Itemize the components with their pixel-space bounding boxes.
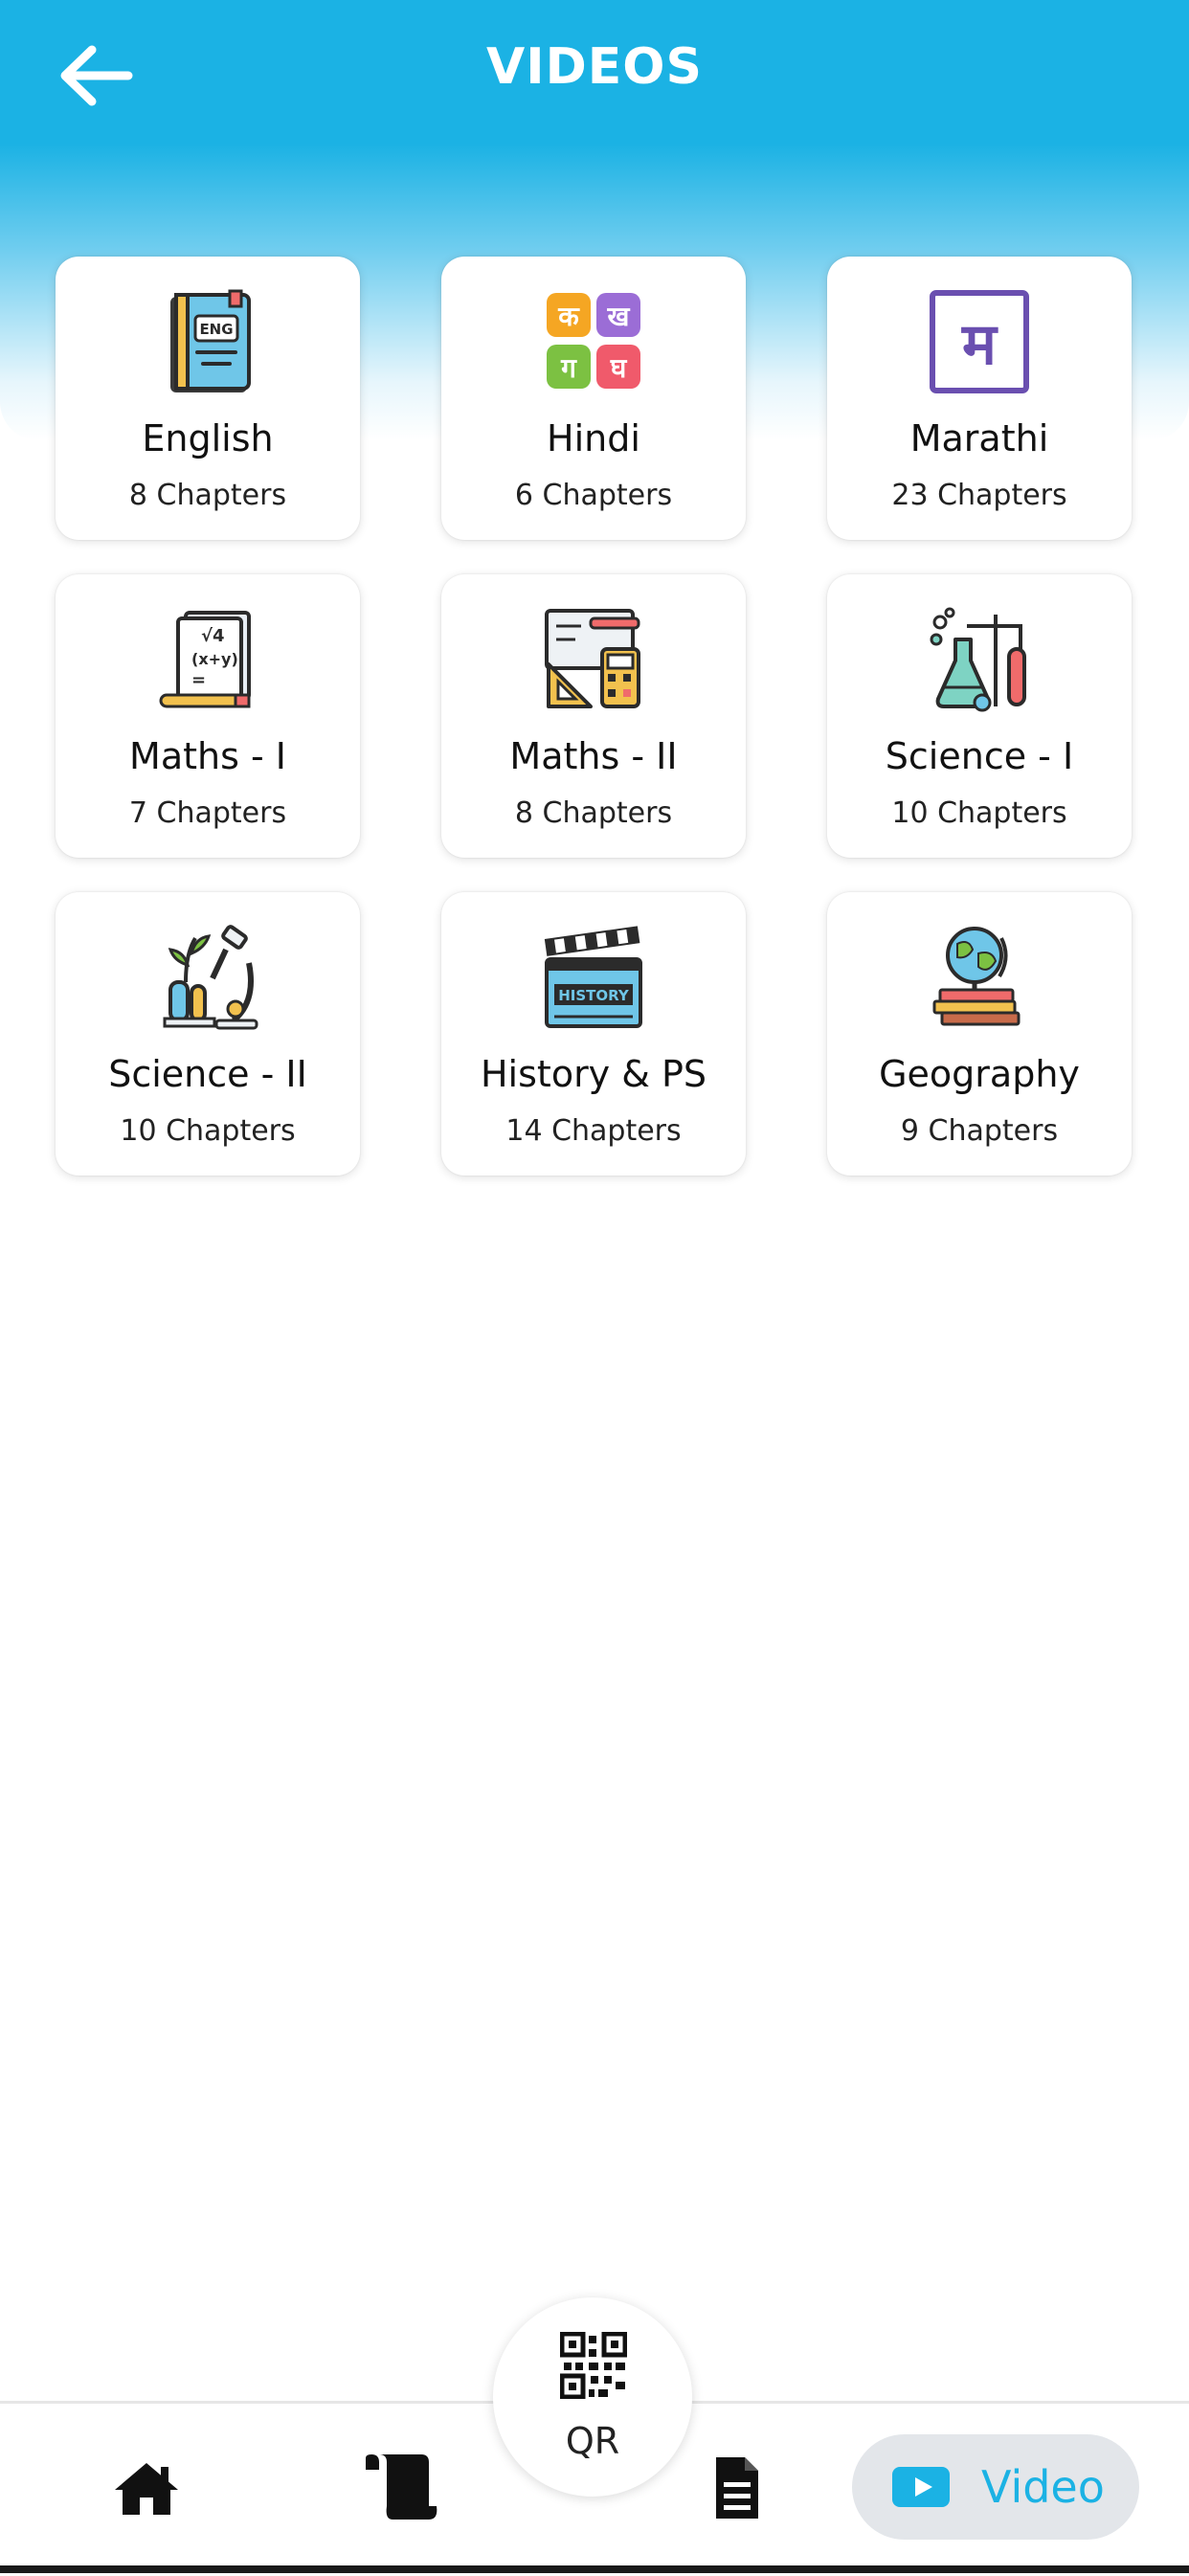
scroll-icon [366,2454,437,2520]
svg-text:(x+y): (x+y) [191,650,238,668]
qr-scan-button[interactable]: QR [493,2297,692,2497]
svg-text:ख: ख [607,301,631,332]
chapter-count: 23 Chapters [891,479,1067,512]
chapter-count: 8 Chapters [128,479,287,512]
svg-text:=: = [191,670,206,690]
video-label: Video [981,2461,1105,2513]
subject-card-maths-1[interactable]: √4 (x+y) = Maths - I 7 Chapters [56,574,360,858]
nav-document[interactable] [699,2445,775,2531]
svg-text:HISTORY: HISTORY [558,987,630,1004]
subject-card-hindi[interactable]: क ख ग घ Hindi 6 Chapters [441,257,746,540]
chapter-count: 7 Chapters [128,796,287,830]
chapter-count: 6 Chapters [514,479,673,512]
system-bar [0,2565,1189,2573]
page-title: VIDEOS [486,38,703,96]
svg-text:घ: घ [610,352,628,384]
subject-name: Science - II [108,1053,307,1095]
subject-name: Geography [879,1053,1080,1095]
chapter-count: 14 Chapters [505,1114,682,1148]
subject-card-history-ps[interactable]: HISTORY History & PS 14 Chapters [441,892,746,1176]
subject-name: Marathi [909,417,1049,459]
subject-name: Maths - II [509,735,678,777]
hindi-letters-icon: क ख ग घ [547,293,640,389]
svg-text:म: म [961,311,998,378]
chapter-count: 9 Chapters [900,1114,1059,1148]
globe-books-icon [932,927,1021,1026]
subject-card-science-1[interactable]: Science - I 10 Chapters [827,574,1132,858]
maths-formula-icon: √4 (x+y) = [159,611,251,708]
chemistry-flasks-icon [930,607,1026,712]
subject-card-english[interactable]: ENG English 8 Chapters [56,257,360,540]
subject-card-maths-2[interactable]: Maths - II 8 Chapters [441,574,746,858]
subject-card-science-2[interactable]: Science - II 10 Chapters [56,892,360,1176]
home-icon [115,2463,178,2515]
svg-text:ग: ग [560,352,577,384]
geometry-tools-icon [545,609,640,708]
nav-home[interactable] [103,2451,190,2527]
video-play-icon [892,2467,950,2507]
marathi-letter-icon: म [930,290,1029,393]
subject-card-geography[interactable]: Geography 9 Chapters [827,892,1132,1176]
chapter-count: 10 Chapters [891,796,1067,830]
svg-text:√4: √4 [201,626,225,646]
svg-text:क: क [557,301,580,332]
subject-name: Maths - I [129,735,286,777]
subject-name: English [142,417,274,459]
document-icon [716,2457,758,2519]
microscope-plant-icon [163,925,258,1030]
subject-name: Science - I [885,735,1074,777]
history-clapperboard-icon: HISTORY [544,926,642,1028]
qr-code-icon [560,2332,627,2399]
english-book-icon: ENG [170,289,251,392]
subject-card-marathi[interactable]: म Marathi 23 Chapters [827,257,1132,540]
svg-text:ENG: ENG [199,321,233,338]
subject-name: History & PS [480,1053,707,1095]
qr-label: QR [565,2420,620,2462]
chapter-count: 10 Chapters [120,1114,296,1148]
nav-scroll[interactable] [356,2447,448,2527]
subject-name: Hindi [547,417,640,459]
chapter-count: 8 Chapters [514,796,673,830]
nav-video-active[interactable]: Video [852,2434,1139,2540]
